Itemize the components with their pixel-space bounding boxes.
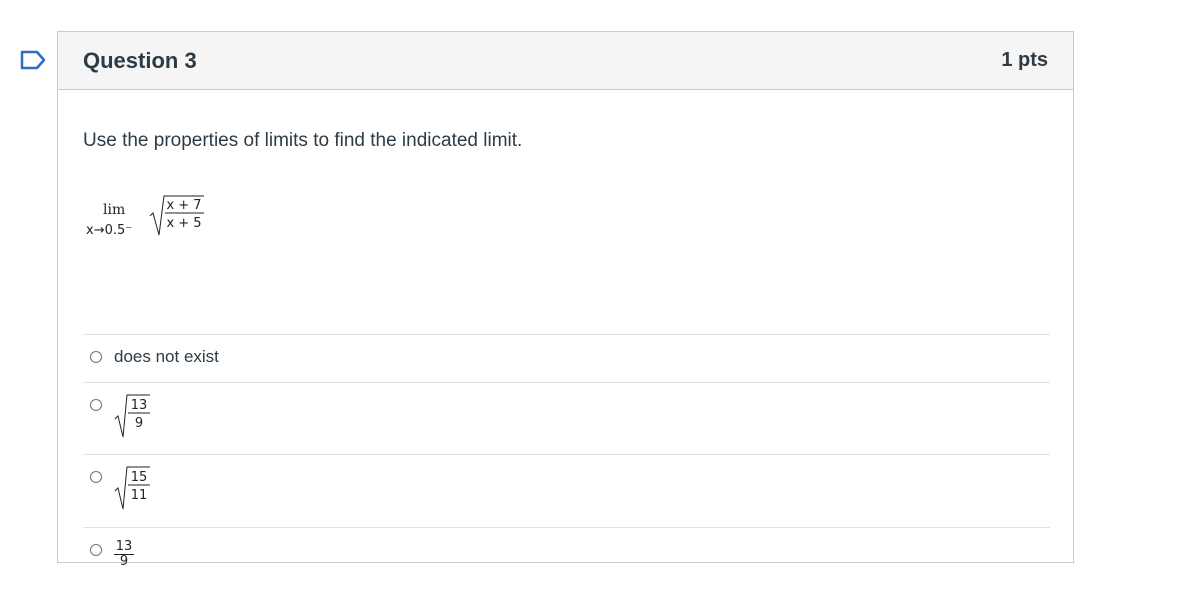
radio-button[interactable] [90, 399, 102, 411]
limit-numerator: x + 7 [166, 198, 201, 213]
limit-expression: lim x→0.5⁻ x + 7 x + 5 [86, 190, 246, 250]
answer-denominator: 11 [131, 488, 148, 503]
answer-radical[interactable]: 15 11 [114, 463, 154, 513]
radio-button[interactable] [90, 544, 102, 556]
question-header: Question 3 1 pts [58, 32, 1073, 90]
answer-numerator: 15 [131, 470, 148, 485]
answer-fraction[interactable]: 13 9 [114, 540, 134, 569]
question-title: Question 3 [83, 47, 197, 73]
limit-approach: x→0.5⁻ [86, 223, 133, 238]
question-prompt: Use the properties of limits to find the… [83, 130, 523, 151]
answer-numerator: 13 [131, 398, 148, 413]
answer-denominator: 9 [119, 554, 129, 569]
answer-denominator: 9 [135, 416, 143, 431]
radio-button[interactable] [90, 471, 102, 483]
question-card: Question 3 1 pts Use the properties of l… [57, 31, 1074, 569]
limit-radical: x + 7 x + 5 [149, 195, 204, 236]
answer-option-3[interactable]: 15 11 [83, 454, 1050, 527]
limit-denominator: x + 5 [166, 216, 201, 231]
answer-radical[interactable]: 13 9 [114, 391, 154, 441]
answer-option-4[interactable]: 13 9 [83, 527, 1050, 587]
answer-option-2[interactable]: 13 9 [83, 382, 1050, 454]
radio-button[interactable] [90, 351, 102, 363]
answer-text[interactable]: does not exist [114, 347, 219, 367]
limit-word: lim [103, 202, 126, 218]
answer-list: does not exist 13 9 15 11 13 9 [83, 334, 1050, 587]
bookmark-flag-icon[interactable] [20, 50, 46, 70]
answer-numerator: 13 [114, 539, 134, 555]
answer-option-1[interactable]: does not exist [83, 334, 1050, 382]
question-points: 1 pts [1001, 49, 1048, 71]
